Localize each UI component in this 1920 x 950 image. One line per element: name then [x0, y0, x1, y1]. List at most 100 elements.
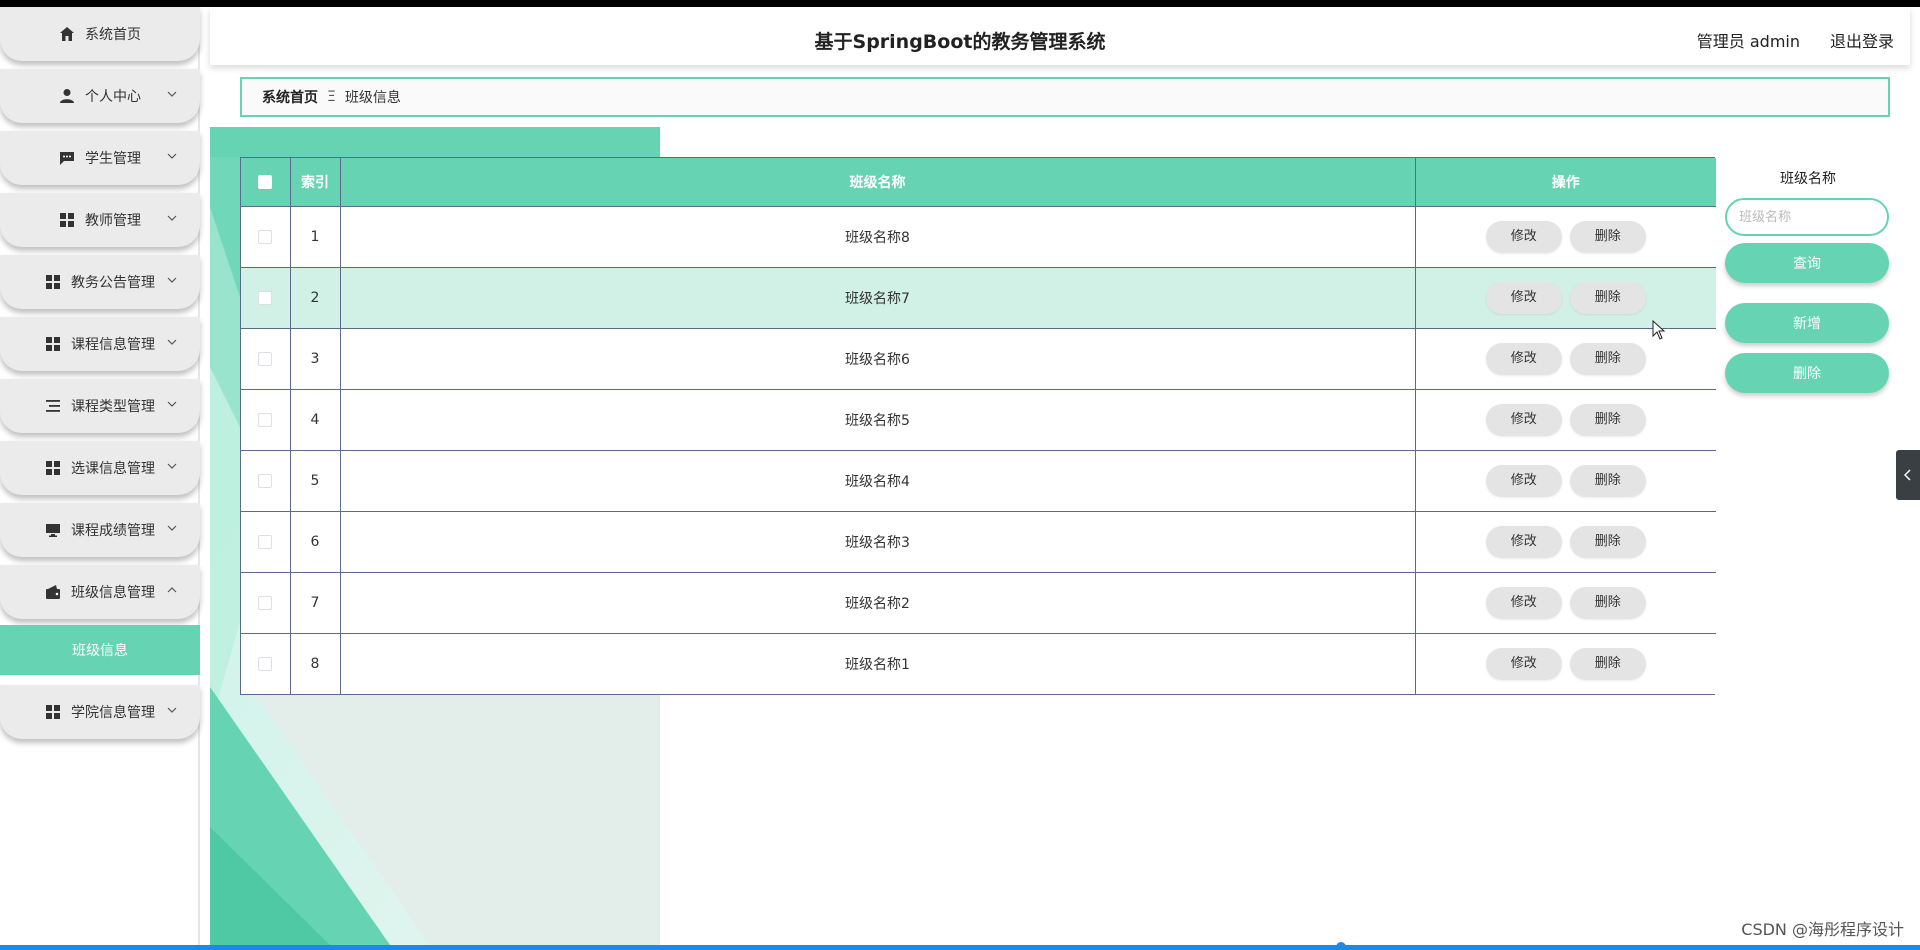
sidebar-item-11[interactable]: 学院信息管理 [0, 685, 200, 739]
row-select-cell[interactable] [241, 388, 291, 450]
table-row: 2 班级名称7 修改 删除 [241, 266, 1716, 328]
row-index: 2 [290, 266, 341, 328]
table-row: 7 班级名称2 修改 删除 [241, 571, 1716, 633]
window-top-bar [0, 0, 1920, 7]
row-index: 5 [290, 449, 341, 511]
sidebar-item-label: 教师管理 [85, 213, 141, 229]
row-class-name: 班级名称6 [340, 327, 1416, 389]
edit-button[interactable]: 修改 [1485, 220, 1562, 253]
delete-button[interactable]: 删除 [1569, 586, 1646, 619]
chevron-down-icon [167, 463, 177, 469]
delete-button[interactable]: 删除 [1569, 403, 1646, 436]
row-checkbox[interactable] [258, 656, 273, 671]
delete-button[interactable]: 删除 [1569, 281, 1646, 314]
chevron-left-icon [1903, 469, 1911, 481]
row-checkbox[interactable] [258, 290, 273, 305]
grid-icon [45, 274, 61, 290]
column-header-class-name: 班级名称 [340, 158, 1416, 206]
chevron-down-icon [167, 339, 177, 345]
chevron-down-icon [167, 525, 177, 531]
edit-button[interactable]: 修改 [1485, 647, 1562, 680]
row-checkbox[interactable] [258, 595, 273, 610]
column-header-index: 索引 [290, 158, 341, 206]
row-actions: 修改 删除 [1415, 510, 1716, 572]
row-select-cell[interactable] [241, 571, 291, 633]
side-panel-toggle[interactable] [1896, 450, 1920, 500]
sidebar: 系统首页个人中心学生管理教师管理教务公告管理课程信息管理课程类型管理 选课信息管理… [0, 7, 200, 945]
row-class-name: 班级名称5 [340, 388, 1416, 450]
edit-button[interactable]: 修改 [1485, 403, 1562, 436]
sidebar-item-label: 教务公告管理 [71, 275, 155, 291]
row-select-cell[interactable] [241, 205, 291, 267]
breadcrumb-current: 班级信息 [344, 90, 401, 106]
row-select-cell[interactable] [241, 632, 291, 694]
sidebar-item-10[interactable]: 班级信息管理 [0, 565, 200, 619]
chevron-down-icon [167, 401, 177, 407]
table-row: 1 班级名称8 修改 删除 [241, 205, 1716, 267]
sidebar-item-3[interactable]: 学生管理 [0, 131, 200, 185]
sidebar-item-4[interactable]: 教师管理 [0, 193, 200, 247]
row-index: 7 [290, 571, 341, 633]
delete-button[interactable]: 删除 [1569, 464, 1646, 497]
row-actions: 修改 删除 [1415, 449, 1716, 511]
select-all-header[interactable] [241, 158, 291, 206]
progress-dot [1336, 942, 1346, 950]
table-row: 6 班级名称3 修改 删除 [241, 510, 1716, 572]
sidebar-item-9[interactable]: 课程成绩管理 [0, 503, 200, 557]
row-select-cell[interactable] [241, 449, 291, 511]
row-index: 3 [290, 327, 341, 389]
row-class-name: 班级名称7 [340, 266, 1416, 328]
edit-button[interactable]: 修改 [1485, 525, 1562, 558]
row-checkbox[interactable] [258, 473, 273, 488]
chevron-down-icon [167, 91, 177, 97]
delete-button[interactable]: 删除 [1569, 525, 1646, 558]
edit-button[interactable]: 修改 [1485, 342, 1562, 375]
add-button[interactable]: 新增 [1725, 303, 1889, 343]
sidebar-item-label: 系统首页 [85, 27, 141, 43]
sidebar-item-label: 班级信息管理 [71, 585, 155, 601]
user-icon [59, 88, 75, 104]
sidebar-item-5[interactable]: 教务公告管理 [0, 255, 200, 309]
row-select-cell[interactable] [241, 510, 291, 572]
chevron-down-icon [167, 707, 177, 713]
row-select-cell[interactable] [241, 266, 291, 328]
sidebar-item-label: 选课信息管理 [71, 461, 155, 477]
batch-delete-button[interactable]: 删除 [1725, 353, 1889, 393]
sidebar-item-6[interactable]: 课程信息管理 [0, 317, 200, 371]
header: 基于SpringBoot的教务管理系统 管理员 admin 退出登录 [210, 7, 1910, 65]
table-row: 4 班级名称5 修改 删除 [241, 388, 1716, 450]
sidebar-item-label: 学院信息管理 [71, 705, 155, 721]
row-checkbox[interactable] [258, 351, 273, 366]
delete-button[interactable]: 删除 [1569, 647, 1646, 680]
sidebar-item-label: 课程类型管理 [71, 399, 155, 415]
delete-button[interactable]: 删除 [1569, 220, 1646, 253]
grid-icon [45, 460, 61, 476]
edit-button[interactable]: 修改 [1485, 464, 1562, 497]
edit-button[interactable]: 修改 [1485, 586, 1562, 619]
sidebar-item-7[interactable]: 课程类型管理 [0, 379, 200, 433]
sidebar-item-8[interactable]: 选课信息管理 [0, 441, 200, 495]
chevron-down-icon [167, 215, 177, 221]
search-label: 班级名称 [1780, 171, 1836, 187]
row-checkbox[interactable] [258, 534, 273, 549]
select-all-checkbox[interactable] [258, 174, 273, 189]
sidebar-item-1[interactable]: 系统首页 [0, 7, 200, 61]
row-select-cell[interactable] [241, 327, 291, 389]
row-checkbox[interactable] [258, 412, 273, 427]
query-button[interactable]: 查询 [1725, 243, 1889, 283]
class-name-search-input[interactable] [1725, 198, 1889, 236]
logout-link[interactable]: 退出登录 [1830, 28, 1894, 52]
monitor-icon [45, 522, 61, 538]
delete-button[interactable]: 删除 [1569, 342, 1646, 375]
sidebar-subitem-class-info[interactable]: 班级信息 [0, 625, 200, 675]
breadcrumb-home[interactable]: 系统首页 [262, 87, 318, 107]
sidebar-item-2[interactable]: 个人中心 [0, 69, 200, 123]
edit-button[interactable]: 修改 [1485, 281, 1562, 314]
row-actions: 修改 删除 [1415, 205, 1716, 267]
row-checkbox[interactable] [258, 229, 273, 244]
row-index: 4 [290, 388, 341, 450]
sidebar-item-label: 学生管理 [85, 151, 141, 167]
chat-icon [59, 150, 75, 166]
sidebar-item-label: 课程成绩管理 [71, 523, 155, 539]
row-class-name: 班级名称8 [340, 205, 1416, 267]
